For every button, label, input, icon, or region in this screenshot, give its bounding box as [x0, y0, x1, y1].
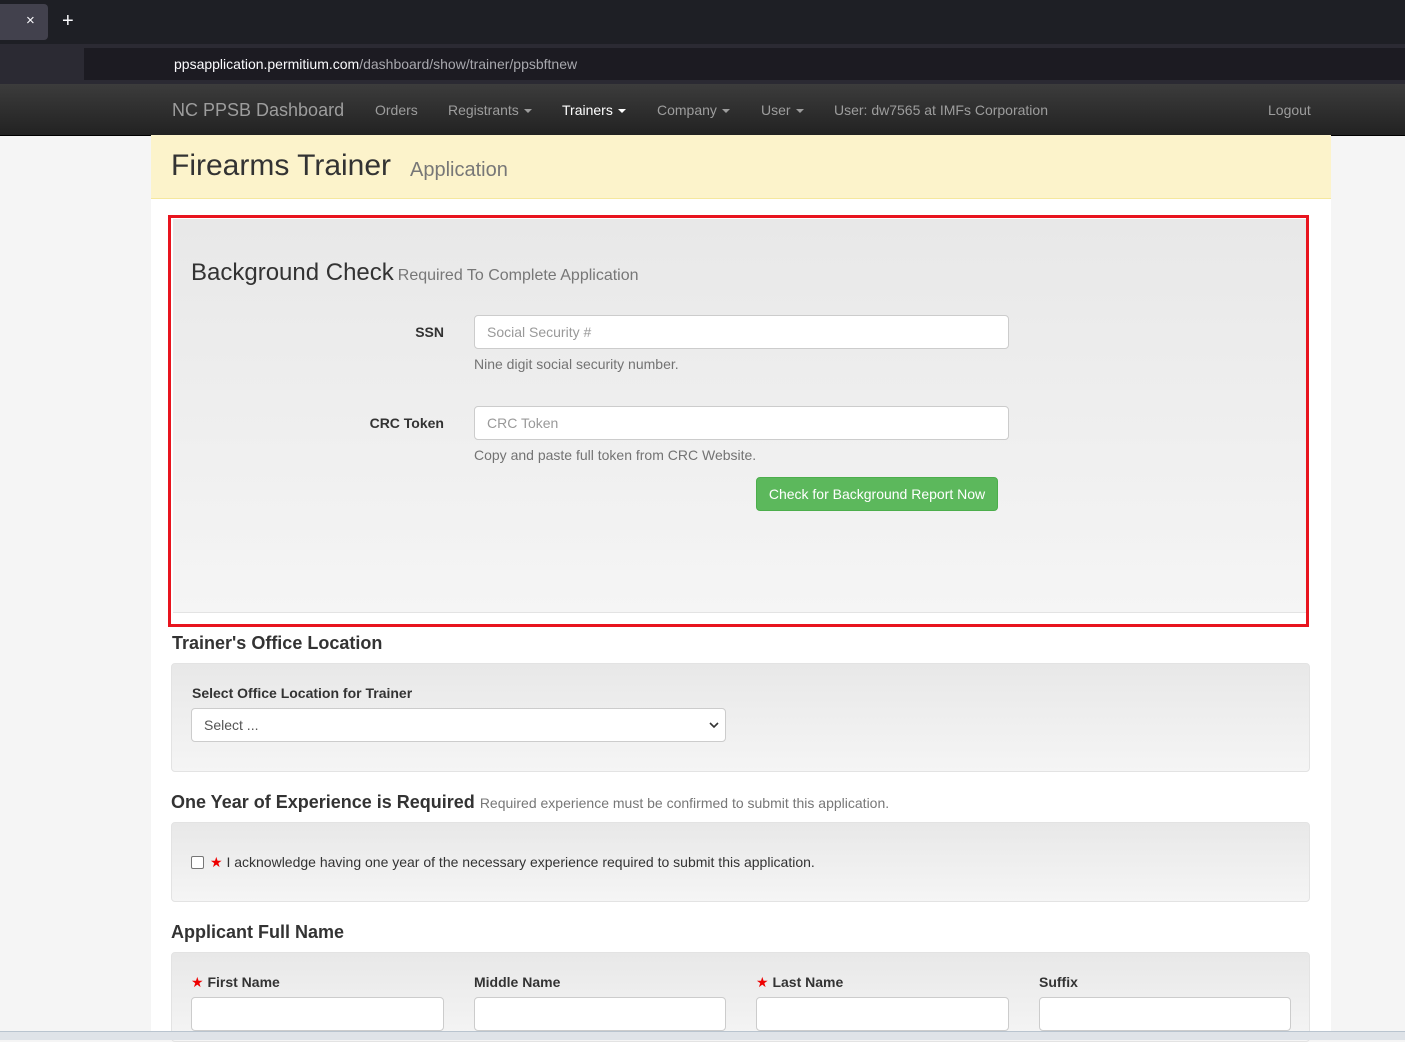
caret-down-icon — [795, 109, 804, 114]
nav-registrants[interactable]: Registrants — [448, 102, 532, 118]
select-value: Select ... — [204, 717, 259, 733]
nav-label: Trainers — [562, 102, 613, 118]
browser-tab[interactable]: × — [0, 4, 48, 40]
nav-user[interactable]: User — [761, 102, 804, 118]
url-host: ppsapplication.permitium.com — [174, 56, 360, 72]
navbar-brand[interactable]: NC PPSB Dashboard — [172, 100, 344, 121]
nav-label: User — [761, 102, 791, 118]
ack-text: I acknowledge having one year of the nec… — [226, 854, 815, 870]
label-text: First Name — [207, 974, 280, 990]
experience-checkbox[interactable] — [191, 856, 204, 869]
section-title: One Year of Experience is Required — [171, 792, 475, 812]
middle-name-label: Middle Name — [474, 974, 561, 990]
nav-orders[interactable]: Orders — [375, 102, 418, 118]
required-star-icon: ★ — [210, 854, 223, 870]
page-header: Firearms Trainer Application — [151, 135, 1331, 199]
caret-down-icon — [523, 109, 532, 114]
caret-down-icon — [617, 109, 626, 114]
close-icon[interactable]: × — [26, 12, 35, 29]
suffix-label: Suffix — [1039, 974, 1078, 990]
nav-company[interactable]: Company — [657, 102, 730, 118]
page-subtitle: Application — [410, 159, 508, 181]
browser-url-bar: ppsapplication.permitium.com/dashboard/s… — [0, 44, 1405, 118]
navbar: NC PPSB Dashboard Orders Registrants Tra… — [0, 84, 1405, 136]
nav-label: Registrants — [448, 102, 519, 118]
caret-down-icon — [721, 109, 730, 114]
url-text[interactable]: ppsapplication.permitium.com/dashboard/s… — [174, 56, 577, 72]
nav-logout[interactable]: Logout — [1268, 102, 1311, 118]
label-text: Last Name — [772, 974, 844, 990]
office-select-label: Select Office Location for Trainer — [192, 685, 413, 701]
full-name-heading: Applicant Full Name — [171, 922, 345, 942]
page-title: Firearms Trainer — [171, 149, 392, 182]
last-name-label: ★ Last Name — [756, 974, 843, 991]
office-location-heading: Trainer's Office Location — [172, 633, 383, 653]
browser-tab-bar: × + — [0, 0, 1405, 44]
nav-user-info[interactable]: User: dw7565 at IMFs Corporation — [834, 102, 1048, 118]
middle-name-input[interactable] — [474, 997, 726, 1031]
suffix-input[interactable] — [1039, 997, 1291, 1031]
office-location-select[interactable]: Select ... — [191, 708, 726, 742]
nav-label: Company — [657, 102, 717, 118]
new-tab-icon[interactable]: + — [62, 9, 74, 33]
first-name-input[interactable] — [191, 997, 444, 1031]
url-path: /dashboard/show/trainer/ppsbftnew — [359, 56, 578, 72]
experience-heading: One Year of Experience is Required Requi… — [171, 792, 889, 813]
experience-ack-label[interactable]: ★ I acknowledge having one year of the n… — [210, 854, 815, 871]
highlight-box — [168, 215, 1309, 627]
chevron-down-icon — [709, 722, 719, 729]
nav-trainers[interactable]: Trainers — [562, 102, 626, 118]
nav-label: Orders — [375, 102, 418, 118]
section-subtitle: Required experience must be confirmed to… — [479, 795, 890, 811]
last-name-input[interactable] — [756, 997, 1009, 1031]
required-star-icon: ★ — [191, 974, 204, 990]
first-name-label: ★ First Name — [191, 974, 280, 991]
required-star-icon: ★ — [756, 974, 769, 990]
